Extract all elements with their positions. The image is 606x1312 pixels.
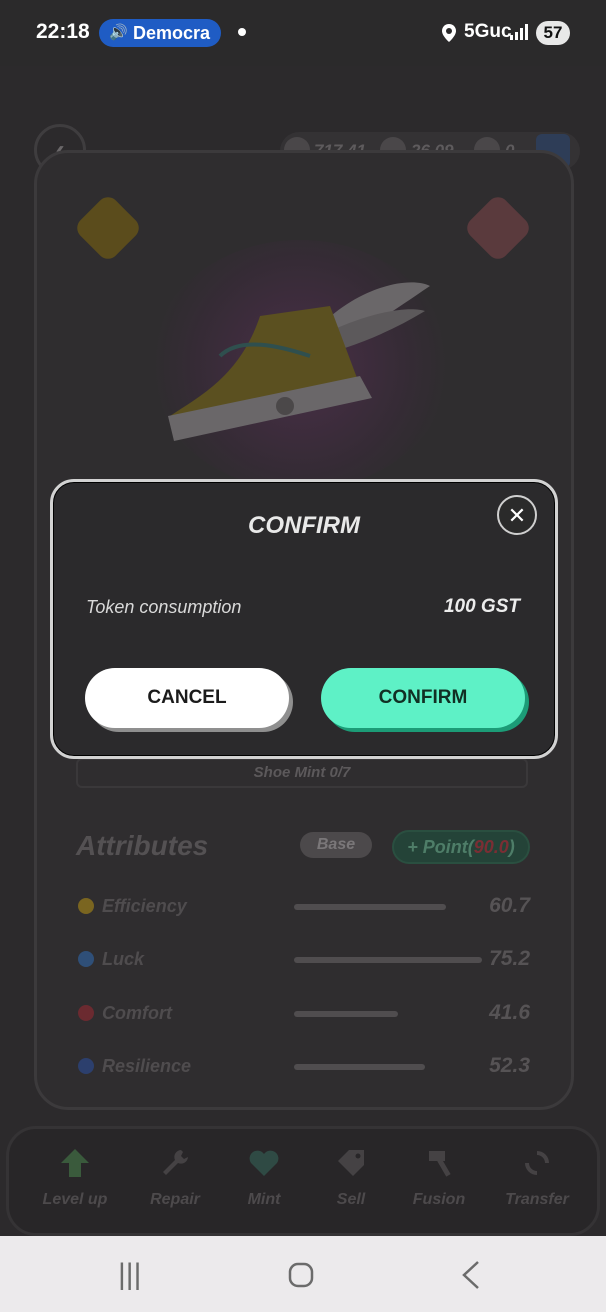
action-bar: Level up Repair Mint Sell Fusion Transfe… — [6, 1126, 600, 1236]
attribute-name: Resilience — [102, 1056, 192, 1076]
system-nav-bar: ||| — [0, 1236, 606, 1312]
luck-icon — [78, 951, 94, 967]
price-tag-icon — [338, 1150, 364, 1176]
location-icon — [442, 24, 456, 42]
attribute-value: 60.7 — [489, 894, 530, 917]
attribute-name: Comfort — [102, 1003, 172, 1023]
attribute-value: 41.6 — [489, 1001, 530, 1024]
level-up-button[interactable]: Level up — [35, 1147, 115, 1209]
back-nav-icon[interactable] — [460, 1260, 482, 1290]
media-label: Democra — [133, 23, 211, 43]
attribute-row-comfort: Comfort 41.6 — [78, 999, 530, 1029]
add-point-button[interactable]: + Point(90.0) — [392, 830, 530, 864]
confirm-button[interactable]: CONFIRM — [321, 668, 525, 728]
refresh-icon — [525, 1151, 549, 1175]
point-prefix: + Point( — [407, 837, 474, 857]
dialog-title: CONFIRM — [248, 512, 360, 539]
sneaker-image — [168, 282, 430, 441]
attribute-name: Efficiency — [102, 896, 187, 916]
resilience-icon — [78, 1058, 94, 1074]
repair-button[interactable]: Repair — [135, 1147, 215, 1209]
attribute-bar — [294, 1064, 425, 1070]
nav-label: Fusion — [412, 1191, 466, 1208]
close-button[interactable]: ✕ — [497, 495, 537, 535]
base-toggle[interactable]: Base — [300, 832, 372, 858]
shoe-mint-counter: Shoe Mint 0/7 — [76, 758, 528, 788]
network-type: 5Guc — [464, 21, 512, 42]
nav-label: Level up — [42, 1191, 108, 1208]
media-pill[interactable]: 🔊 Democra — [99, 19, 221, 47]
signal-icon — [510, 24, 528, 40]
attribute-value: 52.3 — [489, 1054, 530, 1077]
mint-button[interactable]: Mint — [224, 1147, 304, 1209]
recents-icon[interactable]: ||| — [118, 1258, 141, 1292]
speaker-icon: 🔊 — [109, 24, 128, 41]
point-suffix: ) — [508, 837, 515, 857]
nav-label: Sell — [336, 1191, 366, 1208]
attribute-row-efficiency: Efficiency 60.7 — [78, 892, 530, 922]
nav-label: Mint — [247, 1191, 281, 1208]
transfer-button[interactable]: Transfer — [497, 1147, 577, 1209]
attribute-bar — [294, 904, 446, 910]
battery-indicator: 57 — [536, 21, 570, 45]
clock: 22:18 — [36, 20, 90, 43]
attribute-row-luck: Luck 75.2 — [78, 945, 530, 975]
notification-dot — [238, 28, 246, 36]
nav-label: Repair — [150, 1191, 200, 1208]
home-icon[interactable] — [288, 1262, 314, 1288]
attribute-name: Luck — [102, 949, 145, 969]
comfort-icon — [78, 1005, 94, 1021]
attribute-value: 75.2 — [489, 947, 530, 970]
fusion-button[interactable]: Fusion — [399, 1147, 479, 1209]
attribute-bar — [294, 1011, 398, 1017]
efficiency-icon — [78, 898, 94, 914]
nav-label: Transfer — [505, 1191, 569, 1208]
heart-icon — [249, 1150, 279, 1176]
attribute-row-resilience: Resilience 52.3 — [78, 1052, 530, 1082]
cancel-button[interactable]: CANCEL — [85, 668, 289, 728]
point-value: 90.0 — [473, 837, 509, 857]
confirm-dialog: CONFIRM ✕ Token consumption 100 GST CANC… — [50, 479, 558, 759]
close-icon: ✕ — [507, 503, 527, 528]
sell-button[interactable]: Sell — [311, 1147, 391, 1209]
status-bar: 22:18 🔊 Democra 5Guc 57 — [0, 0, 606, 66]
arrow-up-icon — [61, 1149, 89, 1177]
hammer-icon — [429, 1151, 451, 1177]
token-consumption-label: Token consumption — [86, 597, 242, 617]
token-consumption-value: 100 GST — [443, 596, 520, 617]
wrench-icon — [163, 1150, 188, 1175]
attribute-bar — [294, 957, 482, 963]
attributes-title: Attributes — [76, 830, 209, 861]
